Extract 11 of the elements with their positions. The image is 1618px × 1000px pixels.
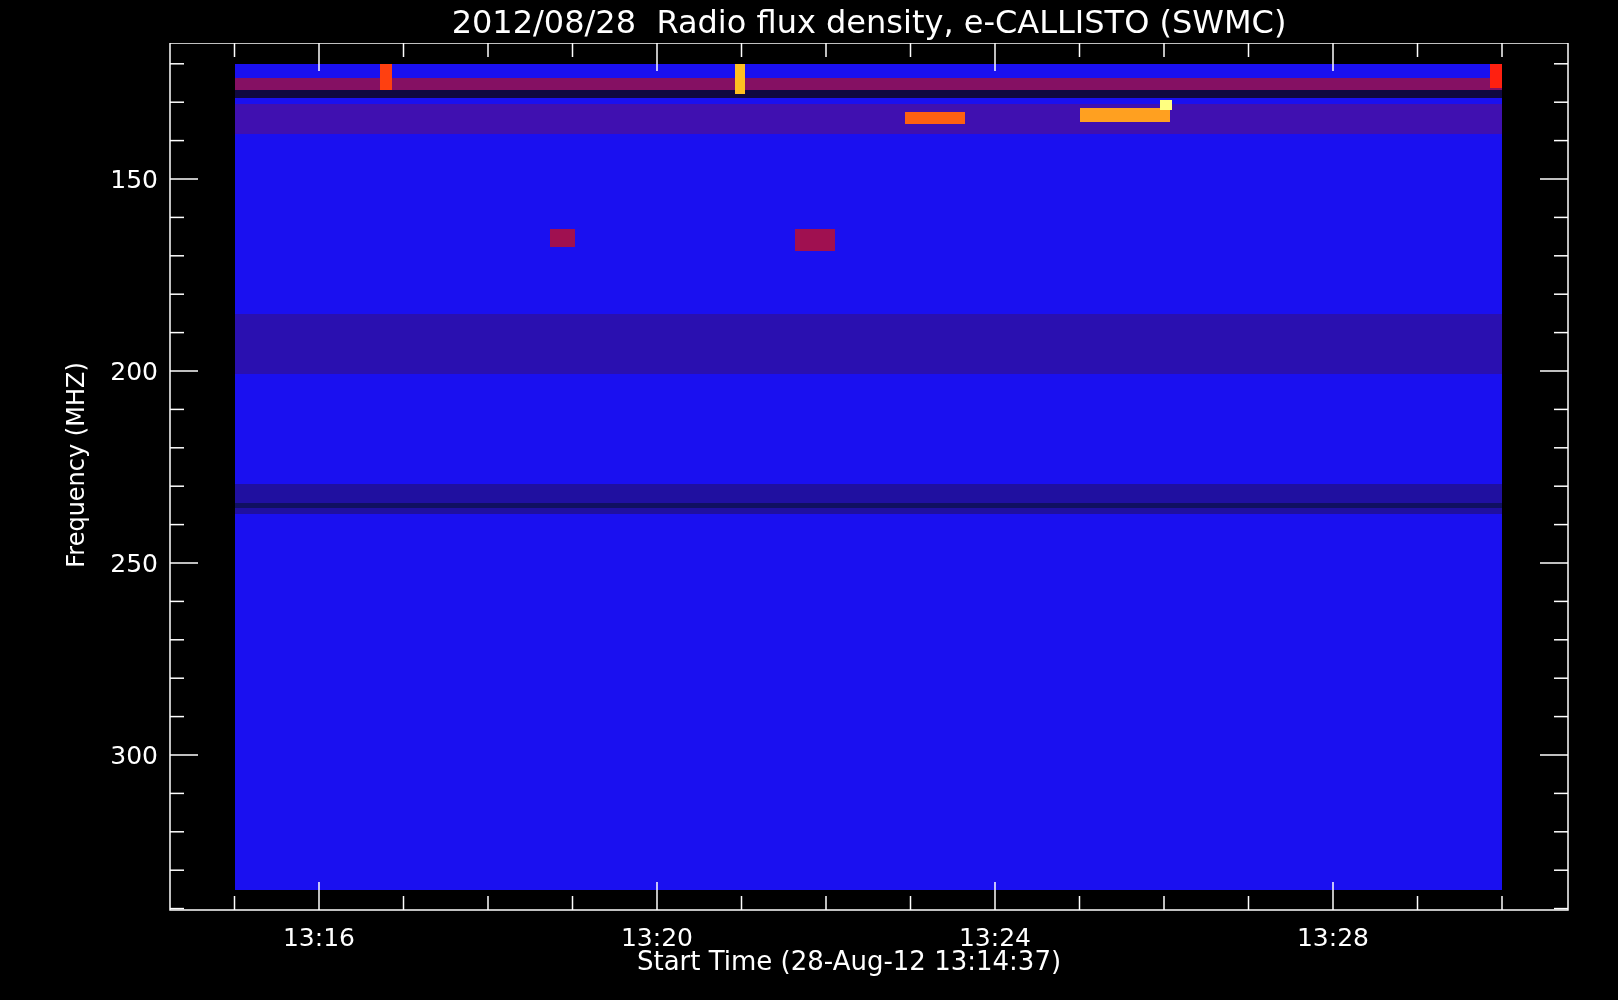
y-tick-label: 200 [110,357,158,386]
x-tick-label: 13:28 [1297,923,1369,950]
y-tick-label: 300 [110,741,158,770]
x-tick-label: 13:16 [283,923,355,950]
y-tick-label: 250 [110,549,158,578]
y-axis-label: Frequency (MHZ) [62,362,90,568]
x-axis-label: Start Time (28-Aug-12 13:14:37) [636,948,1062,974]
x-tick-label: 13:20 [621,923,693,950]
x-tick-label: 13:24 [959,923,1031,950]
chart-title: 2012/08/28 Radio flux density, e-CALLISTO (SWMC) [451,5,1287,38]
y-tick-label: 150 [110,165,158,194]
